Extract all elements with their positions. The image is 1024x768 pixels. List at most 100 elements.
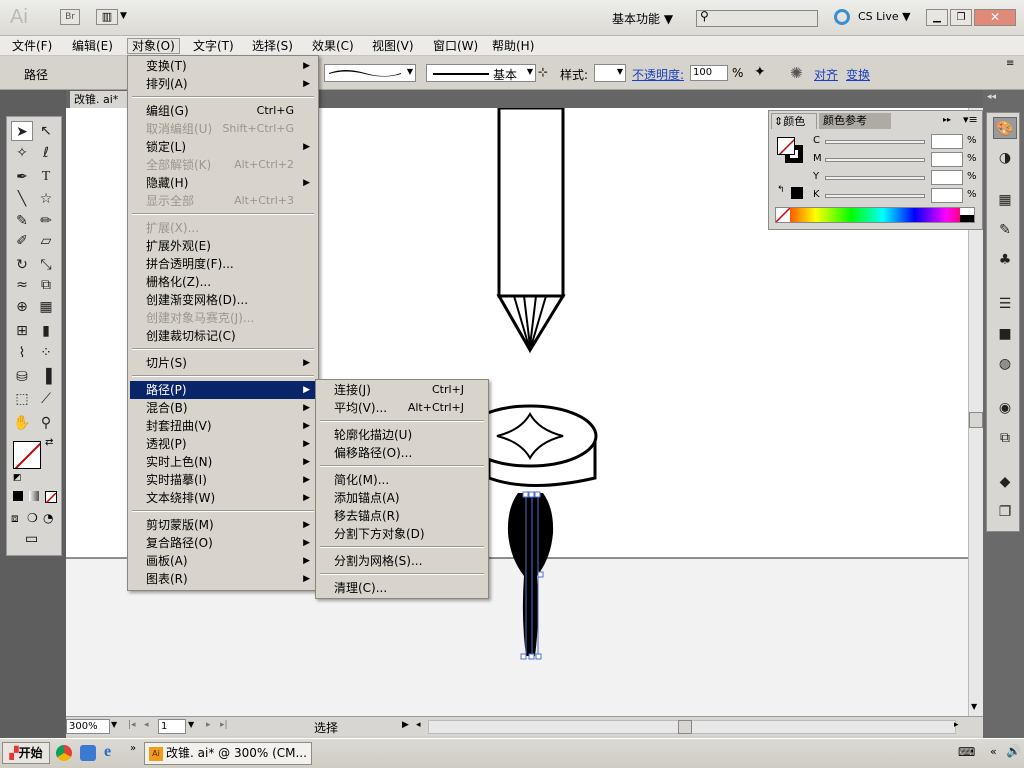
selection-tool-icon[interactable]: ➤: [11, 121, 33, 141]
path-submenu-item[interactable]: 轮廓化描边(U): [318, 426, 486, 444]
blend-tool-icon[interactable]: ⁘: [35, 343, 57, 363]
bridge-button[interactable]: Br: [60, 9, 80, 25]
panel-fill-swatch[interactable]: [777, 137, 795, 155]
object-menu-item[interactable]: 锁定(L) ▶: [130, 138, 316, 156]
minimize-button[interactable]: ▁: [926, 9, 948, 26]
opacity-link[interactable]: 不透明度:: [632, 66, 684, 83]
draw-inside-icon[interactable]: ◔: [43, 511, 53, 525]
quicklaunch-chrome-icon[interactable]: [56, 745, 72, 761]
object-menu-item[interactable]: 创建渐变网格(D)...: [130, 291, 316, 309]
object-menu-item[interactable]: 实时上色(N) ▶: [130, 453, 316, 471]
graphic-styles-icon[interactable]: ⧉: [993, 427, 1017, 449]
lasso-tool-icon[interactable]: ℓ: [35, 143, 57, 163]
magic-wand-tool-icon[interactable]: ✧: [11, 143, 33, 163]
menu-view[interactable]: 视图(V): [368, 38, 418, 54]
path-submenu-item[interactable]: 分割下方对象(D): [318, 525, 486, 543]
object-menu-item[interactable]: 排列(A) ▶: [130, 75, 316, 93]
artboard-tool-icon[interactable]: ⬚: [11, 389, 33, 409]
previous-artboard-icon[interactable]: ◂: [144, 720, 149, 730]
object-menu-item[interactable]: 剪切蒙版(M) ▶: [130, 516, 316, 534]
quicklaunch-more-icon[interactable]: »: [130, 743, 136, 754]
object-menu-item[interactable]: 栅格化(Z)...: [130, 273, 316, 291]
blob-brush-tool-icon[interactable]: ✐: [11, 231, 33, 251]
panel-menu-icon[interactable]: ▾≡: [963, 113, 978, 126]
magenta-slider[interactable]: [825, 158, 925, 162]
path-submenu-item[interactable]: 移去锚点(R): [318, 507, 486, 525]
cyan-input[interactable]: [931, 134, 963, 149]
object-menu-item[interactable]: 封套扭曲(V) ▶: [130, 417, 316, 435]
none-mode-icon[interactable]: [45, 491, 57, 504]
workspace-switcher[interactable]: 基本功能 ▼: [612, 10, 673, 27]
grid-icon[interactable]: ⊹: [538, 65, 548, 79]
color-guide-tab[interactable]: 颜色参考: [819, 113, 891, 129]
document-tab[interactable]: 改锥. ai*: [70, 91, 130, 108]
quicklaunch-ie-icon[interactable]: e: [104, 743, 111, 761]
object-menu-item[interactable]: 混合(B) ▶: [130, 399, 316, 417]
mesh-tool-icon[interactable]: ⊞: [11, 321, 33, 341]
brush-definition-dropdown[interactable]: ▼: [324, 64, 416, 82]
color-tab[interactable]: ⇕颜色: [771, 113, 817, 129]
path-submenu-item[interactable]: 清理(C)...: [318, 579, 486, 597]
transparency-panel-icon[interactable]: ◍: [993, 353, 1017, 375]
zoom-dropdown-icon[interactable]: ▼: [111, 720, 117, 729]
magenta-input[interactable]: [931, 152, 963, 167]
hand-tool-icon[interactable]: ✋: [11, 413, 33, 433]
variable-width-profile-dropdown[interactable]: 基本 ▼: [426, 64, 536, 82]
menu-edit[interactable]: 编辑(E): [68, 38, 117, 54]
slice-tool-icon[interactable]: ⟋: [35, 389, 57, 409]
symbols-icon[interactable]: ♣: [993, 249, 1017, 271]
cslive-menu[interactable]: CS Live ▼: [858, 10, 911, 23]
free-transform-tool-icon[interactable]: ⧉: [35, 275, 57, 295]
warp-tool-icon[interactable]: ≈: [11, 275, 33, 295]
path-submenu-item[interactable]: 简化(M)...: [318, 471, 486, 489]
artboard-dropdown-icon[interactable]: ▼: [188, 720, 194, 729]
draw-normal-icon[interactable]: ⧈: [11, 511, 19, 526]
graphic-style-dropdown[interactable]: ▼: [594, 64, 626, 82]
color-panel-icon[interactable]: 🎨: [993, 117, 1017, 139]
black-slider[interactable]: [825, 194, 925, 198]
scroll-right-icon[interactable]: ▸: [954, 720, 959, 730]
object-menu-item[interactable]: 拼合透明度(F)...: [130, 255, 316, 273]
cyan-slider[interactable]: [825, 140, 925, 144]
pen-tool-icon[interactable]: ✒: [11, 167, 33, 187]
swatches-icon[interactable]: ▦: [993, 189, 1017, 211]
object-menu-item[interactable]: 编组(G) Ctrl+G: [130, 102, 316, 120]
object-menu-item[interactable]: 复合路径(O) ▶: [130, 534, 316, 552]
volume-tray-icon[interactable]: 🔊: [1006, 744, 1021, 758]
layers-panel-icon[interactable]: ◆: [993, 471, 1017, 493]
path-submenu-item[interactable]: 偏移路径(O)...: [318, 444, 486, 462]
gradient-mode-icon[interactable]: [29, 491, 39, 501]
horizontal-scroll-thumb[interactable]: [678, 720, 692, 734]
object-menu-item[interactable]: 文本绕排(W) ▶: [130, 489, 316, 507]
artboard-number-field[interactable]: 1: [158, 719, 186, 734]
path-submenu-item[interactable]: 平均(V)... Alt+Ctrl+J: [318, 399, 486, 417]
perspective-grid-tool-icon[interactable]: ▦: [35, 297, 57, 317]
color-spectrum-bar[interactable]: [775, 207, 975, 223]
close-button[interactable]: ✕: [974, 9, 1016, 26]
recolor-artwork-icon[interactable]: ✦: [754, 64, 766, 80]
object-menu-item[interactable]: 扩展外观(E): [130, 237, 316, 255]
zoom-tool-icon[interactable]: ⚲: [35, 413, 57, 433]
stroke-panel-icon[interactable]: ☰: [993, 293, 1017, 315]
scroll-thumb[interactable]: [969, 412, 983, 428]
paintbrush-tool-icon[interactable]: ✎: [11, 211, 33, 231]
default-colors-icon[interactable]: ◩: [13, 473, 22, 483]
arrange-documents-button[interactable]: ▥: [96, 9, 118, 25]
panel-collapse-icon[interactable]: ▸▸: [943, 115, 951, 124]
opacity-input[interactable]: 100: [690, 65, 728, 81]
object-menu-item[interactable]: 实时描摹(I) ▶: [130, 471, 316, 489]
panel-stroke-swatch-small[interactable]: [791, 187, 803, 199]
panel-menu-icon[interactable]: ≡: [1006, 58, 1014, 69]
appearance-panel-icon[interactable]: ◉: [993, 397, 1017, 419]
eyedropper-tool-icon[interactable]: ⌇: [11, 343, 33, 363]
black-swatch[interactable]: [960, 215, 974, 222]
menu-file[interactable]: 文件(F): [8, 38, 56, 54]
first-artboard-icon[interactable]: |◂: [128, 720, 136, 730]
object-menu-item[interactable]: 隐藏(H) ▶: [130, 174, 316, 192]
transform-link[interactable]: 变换: [846, 66, 870, 83]
white-swatch[interactable]: [960, 208, 974, 215]
yellow-input[interactable]: [931, 170, 963, 185]
menu-window[interactable]: 窗口(W): [429, 38, 482, 54]
search-field[interactable]: ⚲: [696, 9, 818, 27]
gear-icon[interactable]: ✺: [790, 64, 803, 82]
